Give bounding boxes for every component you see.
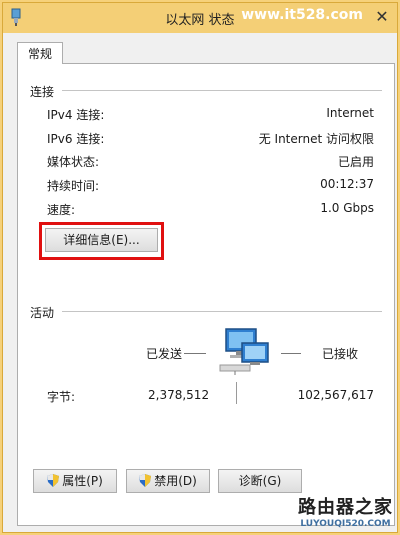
speed-value: 1.0 Gbps — [320, 201, 374, 215]
disable-button[interactable]: 禁用(D) — [126, 469, 210, 493]
activity-heading: 活动 — [30, 306, 55, 320]
tab-general[interactable]: 常规 — [17, 42, 63, 64]
footer-watermark-sub: LUYOUQI520.COM — [300, 519, 391, 529]
bytes-received-value: 102,567,617 — [297, 388, 374, 402]
ipv6-value: 无 Internet 访问权限 — [258, 132, 374, 146]
duration-label: 持续时间: — [47, 179, 100, 193]
network-computers-icon — [219, 328, 269, 375]
activity-divider — [62, 311, 382, 312]
footer-watermark-main: 路由器之家 — [298, 497, 393, 518]
bytes-sent-value: 2,378,512 — [148, 388, 210, 402]
properties-label: 属性(P) — [62, 474, 103, 488]
sent-dash — [184, 353, 206, 354]
sent-label: 已发送 — [146, 347, 183, 361]
speed-label: 速度: — [47, 203, 76, 217]
received-label: 已接收 — [322, 347, 359, 361]
shield-icon — [139, 474, 152, 487]
media-state-value: 已启用 — [337, 155, 374, 169]
media-state-label: 媒体状态: — [47, 155, 100, 169]
footer-watermark: 路由器之家 LUYOUQI520.COM — [298, 493, 393, 529]
bytes-label: 字节: — [47, 390, 76, 404]
dialog-body: 常规 连接 IPv4 连接: Internet IPv6 连接: 无 Inter… — [9, 33, 395, 526]
connection-divider — [62, 90, 382, 91]
network-status-window: 以太网 状态 www.it528.com ✕ 常规 连接 IPv4 连接: In… — [2, 2, 398, 533]
ipv6-label: IPv6 连接: — [47, 132, 105, 146]
properties-button[interactable]: 属性(P) — [33, 469, 117, 493]
general-panel: 连接 IPv4 连接: Internet IPv6 连接: 无 Internet… — [17, 63, 395, 526]
details-button[interactable]: 详细信息(E)... — [45, 228, 158, 252]
site-watermark: www.it528.com — [241, 7, 363, 23]
disable-label: 禁用(D) — [154, 474, 197, 488]
duration-value: 00:12:37 — [320, 177, 374, 191]
connection-heading: 连接 — [30, 85, 55, 99]
shield-icon — [47, 474, 60, 487]
diagnose-button[interactable]: 诊断(G) — [218, 469, 302, 493]
bytes-separator — [236, 382, 237, 404]
ipv4-value: Internet — [326, 106, 374, 120]
received-dash — [281, 353, 301, 354]
title-bar[interactable]: 以太网 状态 www.it528.com ✕ — [3, 3, 397, 33]
close-icon[interactable]: ✕ — [371, 9, 393, 25]
ipv4-label: IPv4 连接: — [47, 108, 105, 122]
